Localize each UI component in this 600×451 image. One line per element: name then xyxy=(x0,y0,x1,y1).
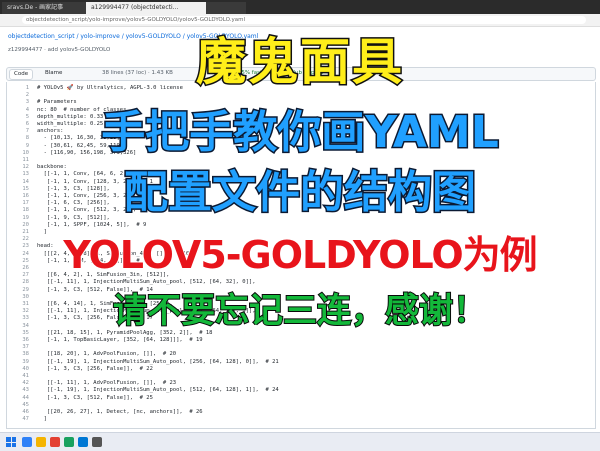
overlay-title: 魔鬼面具 xyxy=(195,32,404,93)
code-text: [[20, 26, 27], 1, Detect, [nc, anchors]]… xyxy=(37,409,203,415)
wechat-icon[interactable] xyxy=(64,437,74,447)
browser-tab-2[interactable]: a129994477 (objectdetecti... xyxy=(86,2,214,14)
code-text: [-1, 1, TopBasicLayer, [352, [64, 128]]]… xyxy=(37,337,203,343)
line-number[interactable]: 47 xyxy=(7,415,29,424)
code-text: [[-1, 19], 1, InjectionMultiSum_Auto_poo… xyxy=(37,358,279,365)
tab-label: sravs.De - 画家記事 xyxy=(7,4,64,11)
code-text: [-1, 3, C3, [512, False]], # 25 xyxy=(37,394,153,401)
overlay-line-1: 手把手教你画YAML xyxy=(100,106,501,160)
taskbar xyxy=(0,432,600,451)
browser-tab-bar: sravs.De - 画家記事 a129994477 (objectdetect… xyxy=(0,0,600,14)
code-text: ] xyxy=(37,416,47,423)
overlay-line-4: 请不要忘记三连，感谢！ xyxy=(112,290,488,332)
code-line: 47 ] xyxy=(7,415,47,424)
code-text: [[18, 20], 1, AdvPoolFusion, []], # 20 xyxy=(37,351,177,358)
file-explorer-icon[interactable] xyxy=(36,437,46,447)
tab-label: a129994477 (objectdetecti... xyxy=(91,4,179,11)
overlay-line-2: 配置文件的结构图 xyxy=(123,166,478,220)
vscode-icon[interactable] xyxy=(78,437,88,447)
code-text: [[-1, 11], 1, AdvPoolFusion, []], # 23 xyxy=(37,380,177,387)
terminal-icon[interactable] xyxy=(92,437,102,447)
code-text: [-1, 3, C3, [256, False]], # 22 xyxy=(37,365,153,372)
code-text: [[-1, 19], 1, InjectionMultiSum_Auto_poo… xyxy=(37,387,279,394)
browser-tab-3[interactable] xyxy=(206,2,246,14)
browser-icon[interactable] xyxy=(50,437,60,447)
browser-tab-1[interactable]: sravs.De - 画家記事 xyxy=(2,2,94,14)
search-icon[interactable] xyxy=(22,437,32,447)
overlay-line-3: YOLOV5-GOLDYOLO为例 xyxy=(62,232,538,278)
windows-start-icon[interactable] xyxy=(6,437,16,447)
